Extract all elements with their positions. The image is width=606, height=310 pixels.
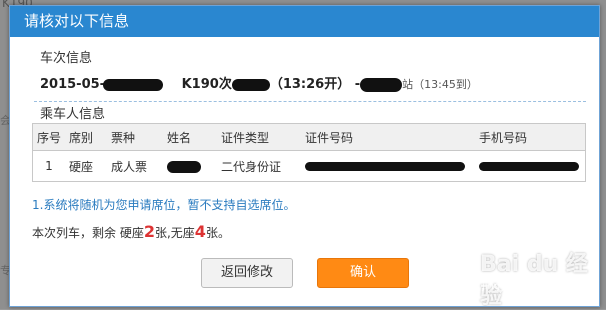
train-from-suffix: 次 <box>218 77 232 92</box>
col-header-ticket-type: 票种 <box>107 123 163 151</box>
train-section-label: 车次信息 <box>40 51 93 66</box>
cell-id-number <box>301 150 475 182</box>
passenger-table: 序号 席别 票种 姓名 证件类型 证件号码 手机号码 1 硬座 成人票 二代身份… <box>32 123 586 182</box>
cell-name <box>163 150 217 182</box>
col-header-id-number: 证件号码 <box>301 123 475 151</box>
passenger-section-label: 乘车人信息 <box>40 107 106 122</box>
col-header-phone: 手机号码 <box>475 123 586 151</box>
arrive-time: （13:45到） <box>413 78 478 91</box>
seat-notice: 1.系统将随机为您申请席位，暂不支持自选席位。 <box>32 198 296 212</box>
redaction-blot <box>167 160 201 173</box>
remaining-suffix: 张。 <box>205 226 230 240</box>
redaction-blot <box>103 78 164 91</box>
train-to-suffix: 站 <box>402 78 414 91</box>
redaction-blot <box>305 162 465 171</box>
cell-index: 1 <box>32 150 65 182</box>
train-number: K190 <box>181 77 219 92</box>
cell-id-type: 二代身份证 <box>217 150 301 182</box>
dialog-title: 请核对以下信息 <box>10 6 599 37</box>
confirm-dialog: 请核对以下信息 车次信息 2015-05- K190次 （13:26开） - 站（1… <box>9 5 600 309</box>
train-info: 2015-05- K190次 （13:26开） - 站（13:45到） <box>40 77 478 92</box>
back-button[interactable]: 返回修改 <box>201 258 293 288</box>
col-header-id-type: 证件类型 <box>217 123 301 151</box>
baidu-watermark: Bai du 经验 <box>480 252 588 309</box>
divider <box>34 101 586 102</box>
remaining-mid: 张,无座 <box>154 226 195 240</box>
redaction-blot <box>231 78 270 91</box>
depart-time: （13:26开） <box>269 77 351 92</box>
col-header-name: 姓名 <box>163 123 217 151</box>
col-header-seat-class: 席别 <box>65 123 107 151</box>
no-seat-count: 4 <box>194 222 206 241</box>
cell-phone <box>475 150 586 182</box>
table-header-row: 序号 席别 票种 姓名 证件类型 证件号码 手机号码 <box>32 123 586 151</box>
baidu-watermark-url: jingyan.baidu.com <box>482 281 575 292</box>
redaction-blot <box>479 162 579 171</box>
col-header-index: 序号 <box>32 123 65 151</box>
train-date: 2015-05- <box>40 77 106 92</box>
cell-seat-class: 硬座 <box>65 150 107 182</box>
redaction-blot <box>360 77 403 92</box>
confirm-button[interactable]: 确认 <box>317 258 409 288</box>
table-row: 1 硬座 成人票 二代身份证 <box>32 150 586 182</box>
cell-ticket-type: 成人票 <box>107 150 163 182</box>
hard-seat-count: 2 <box>143 222 155 241</box>
remaining-tickets: 本次列车，剩余 硬座2张,无座4张。 <box>32 222 230 241</box>
remaining-prefix: 本次列车，剩余 硬座 <box>32 226 144 240</box>
